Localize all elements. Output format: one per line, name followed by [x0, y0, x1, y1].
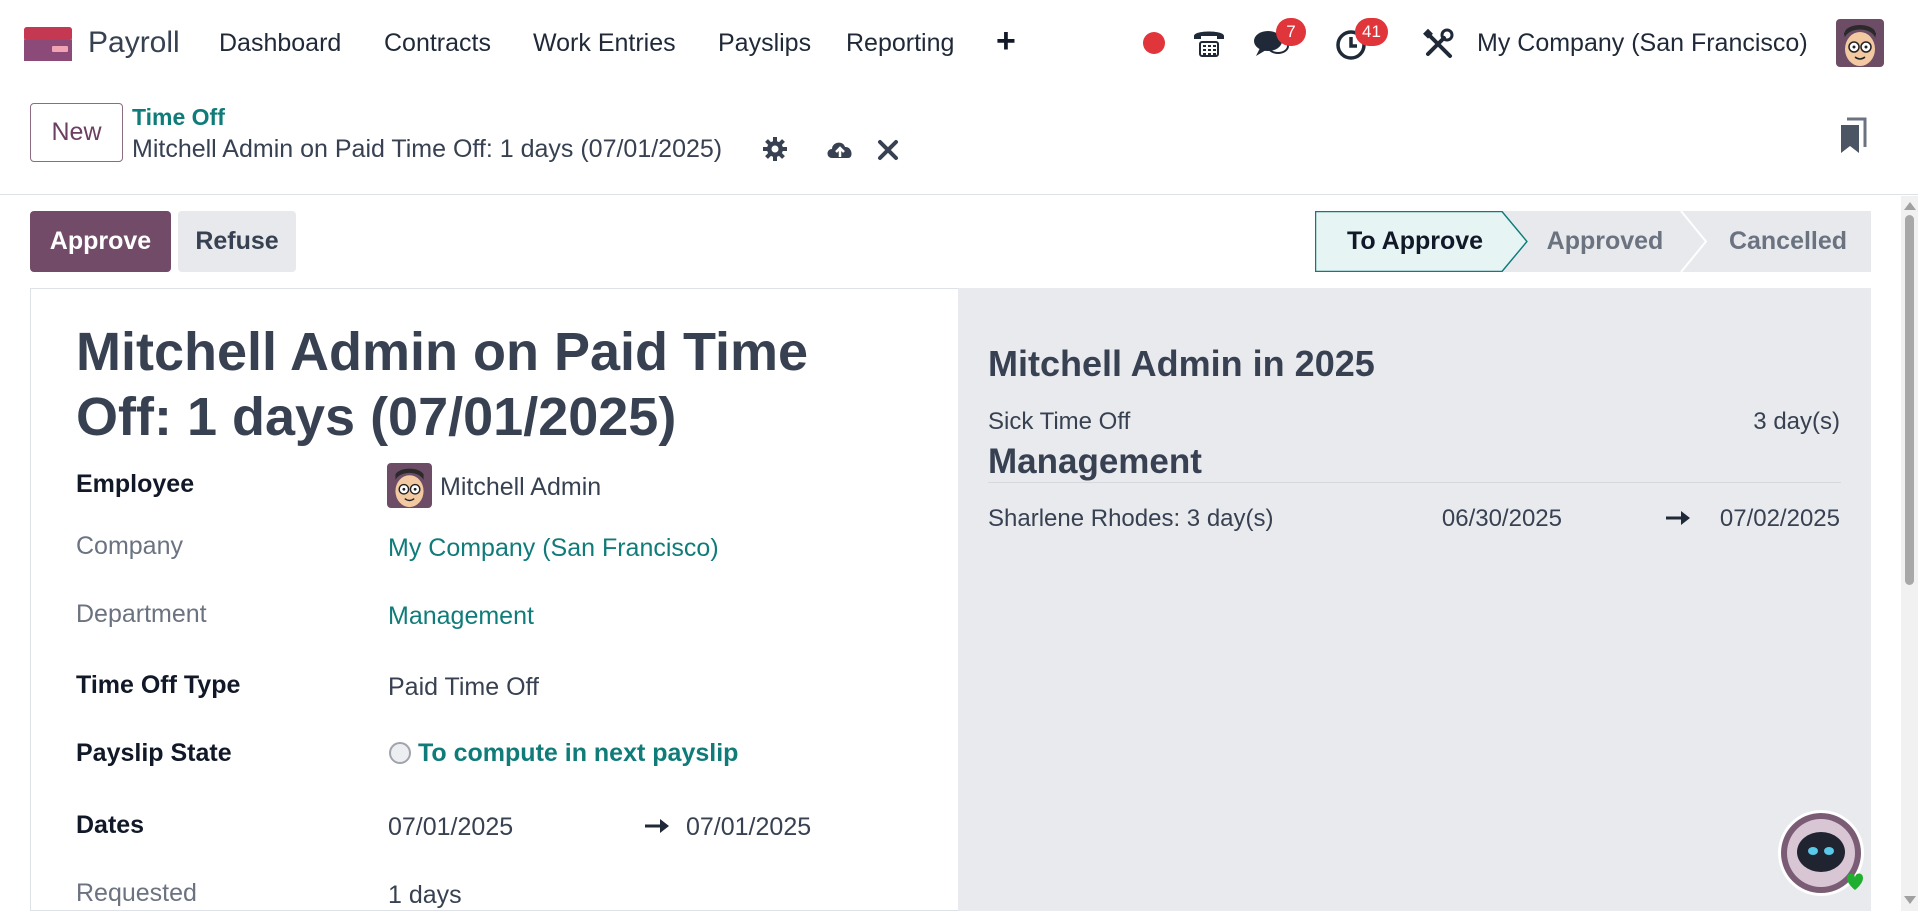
- app-name[interactable]: Payroll: [88, 26, 180, 60]
- scrollbar-thumb[interactable]: [1905, 215, 1914, 585]
- chatbot-icon[interactable]: [1776, 808, 1866, 898]
- top-navbar: Payroll Dashboard Contracts Work Entries…: [0, 0, 1918, 86]
- department-label: Department: [76, 600, 207, 628]
- company-label: Company: [76, 532, 183, 560]
- side-section-divider: [988, 482, 1841, 483]
- record-title: Mitchell Admin on Paid Time Off: 1 days …: [76, 322, 809, 447]
- sick-time-off-label: Sick Time Off: [988, 408, 1131, 435]
- department-field[interactable]: Management: [388, 602, 534, 631]
- nav-reporting[interactable]: Reporting: [846, 29, 954, 58]
- phone-icon[interactable]: [1190, 24, 1228, 62]
- company-switcher[interactable]: My Company (San Francisco): [1477, 29, 1808, 58]
- colleague-time-off-label: Sharlene Rhodes: 3 day(s): [988, 505, 1274, 532]
- gear-icon[interactable]: [760, 134, 790, 164]
- control-panel-divider: [0, 194, 1918, 195]
- employee-field[interactable]: Mitchell Admin: [440, 473, 601, 502]
- nav-contracts[interactable]: Contracts: [384, 29, 491, 58]
- activities-badge: 41: [1355, 18, 1388, 46]
- breadcrumb-time-off[interactable]: Time Off: [132, 104, 225, 131]
- refuse-button[interactable]: Refuse: [178, 211, 296, 272]
- payslip-state-radio[interactable]: [389, 742, 411, 764]
- record-breadcrumb-title: Mitchell Admin on Paid Time Off: 1 days …: [132, 135, 723, 163]
- arrow-right-icon: [645, 819, 669, 833]
- arrow-right-icon: [1666, 511, 1690, 525]
- record-status-icon[interactable]: [1143, 32, 1165, 54]
- approve-button[interactable]: Approve: [30, 211, 171, 272]
- nav-payslips[interactable]: Payslips: [718, 29, 811, 58]
- add-menu-button[interactable]: +: [996, 24, 1016, 58]
- payslip-state-label: Payslip State: [76, 739, 232, 767]
- side-panel-title: Mitchell Admin in 2025: [988, 343, 1375, 384]
- requested-field[interactable]: 1 days: [388, 881, 462, 910]
- scroll-down-arrow[interactable]: [1904, 896, 1916, 904]
- colleague-date-to: 07/02/2025: [1719, 505, 1840, 532]
- dates-label: Dates: [76, 811, 145, 839]
- requested-label: Requested: [76, 879, 197, 907]
- date-from-field[interactable]: 07/01/2025: [388, 813, 513, 842]
- time-off-type-label: Time Off Type: [76, 671, 241, 699]
- stage-approved[interactable]: Approved: [1520, 211, 1690, 272]
- side-section-title: Management: [988, 442, 1202, 481]
- scroll-up-arrow[interactable]: [1904, 202, 1916, 210]
- bookmark-icon[interactable]: [1839, 117, 1867, 155]
- messages-badge: 7: [1276, 18, 1306, 46]
- cloud-upload-icon[interactable]: [824, 134, 856, 164]
- payslip-state-option[interactable]: To compute in next payslip: [418, 739, 738, 768]
- date-to-field[interactable]: 07/01/2025: [686, 813, 811, 842]
- colleague-date-from: 06/30/2025: [1441, 505, 1562, 532]
- nav-work-entries[interactable]: Work Entries: [533, 29, 676, 58]
- user-avatar[interactable]: [1836, 19, 1884, 67]
- time-off-type-field[interactable]: Paid Time Off: [388, 673, 539, 702]
- nav-dashboard[interactable]: Dashboard: [219, 29, 341, 58]
- employee-avatar: [387, 463, 432, 508]
- stage-to-approve[interactable]: To Approve: [1315, 211, 1515, 272]
- status-pipeline: To Approve Approved Cancelled: [1315, 211, 1871, 272]
- tools-icon[interactable]: [1420, 24, 1458, 62]
- payroll-app-icon[interactable]: [24, 27, 72, 61]
- stage-cancelled[interactable]: Cancelled: [1705, 211, 1871, 272]
- employee-label: Employee: [76, 470, 195, 498]
- new-button[interactable]: New: [30, 103, 123, 162]
- sick-time-off-value: 3 day(s): [1753, 408, 1840, 435]
- discard-icon[interactable]: [875, 134, 901, 164]
- company-field[interactable]: My Company (San Francisco): [388, 534, 719, 563]
